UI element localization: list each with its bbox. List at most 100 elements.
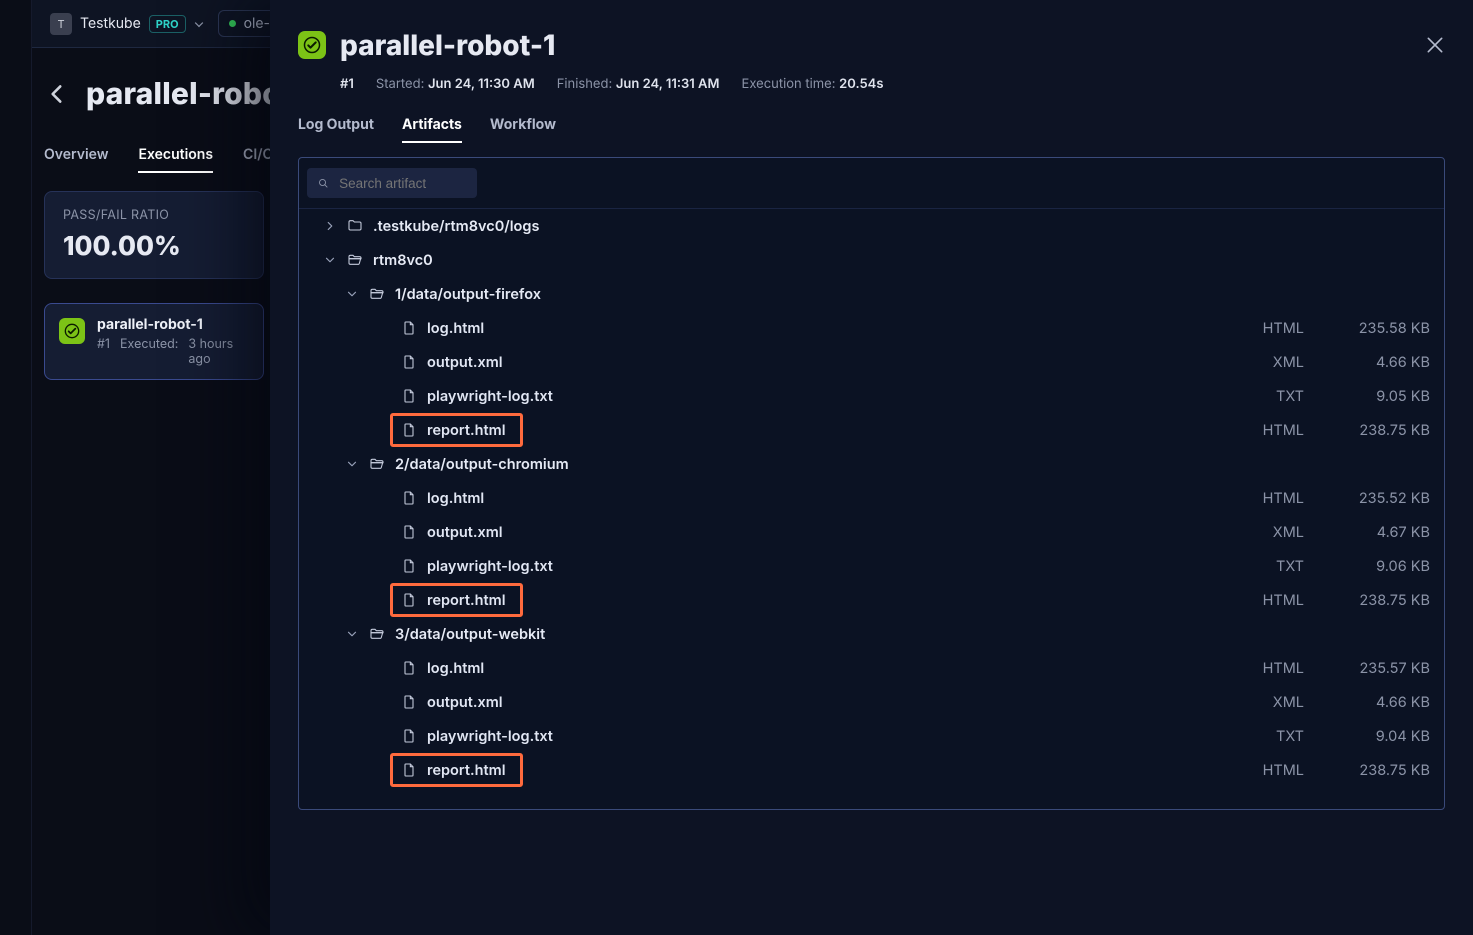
file-size: 238.75 KB [1340, 422, 1430, 439]
tree-folder[interactable]: 2/data/output-chromium [299, 447, 1444, 481]
file-type: HTML [1224, 762, 1304, 779]
file-icon [401, 422, 417, 438]
tab-workflow[interactable]: Workflow [490, 116, 556, 133]
node-name: report.html [427, 762, 506, 779]
file-size: 4.66 KB [1340, 354, 1430, 371]
tree-folder[interactable]: rtm8vc0 [299, 243, 1444, 277]
file-type: TXT [1224, 728, 1304, 745]
node-name: 3/data/output-webkit [395, 626, 545, 643]
finished-value: Jun 24, 11:31 AM [616, 76, 720, 92]
file-type: XML [1224, 694, 1304, 711]
node-name: playwright-log.txt [427, 558, 553, 575]
tree-file[interactable]: log.htmlHTML235.57 KB [299, 651, 1444, 685]
pro-badge: PRO [149, 15, 186, 33]
org-crumb[interactable]: T Testkube PRO [50, 13, 204, 35]
chevron-down-icon [323, 253, 337, 267]
search-input[interactable] [337, 175, 467, 192]
tree-folder[interactable]: 3/data/output-webkit [299, 617, 1444, 651]
tree-folder[interactable]: .testkube/rtm8vc0/logs [299, 209, 1444, 243]
finished-label: Finished: [557, 76, 613, 92]
status-dot-icon [229, 20, 236, 27]
file-icon [401, 490, 417, 506]
file-icon [401, 694, 417, 710]
file-icon [401, 762, 417, 778]
node-name: output.xml [427, 694, 503, 711]
file-type: HTML [1224, 592, 1304, 609]
node-name: report.html [427, 422, 506, 439]
started-label: Started: [376, 76, 424, 92]
file-size: 238.75 KB [1340, 762, 1430, 779]
tree-file[interactable]: output.xml XML 4.67 KB [299, 515, 1444, 549]
file-type: XML [1224, 354, 1304, 371]
chevron-down-icon [345, 287, 359, 301]
file-icon [401, 354, 417, 370]
tree-folder[interactable]: 1/data/output-firefox [299, 277, 1444, 311]
tree-file[interactable]: output.xml XML 4.66 KB [299, 685, 1444, 719]
tree-file[interactable]: output.xmlXML4.66 KB [299, 345, 1444, 379]
artifacts-panel: .testkube/rtm8vc0/logs rtm8vc0 1/data/outp… [298, 157, 1445, 810]
node-name: report.html [427, 592, 506, 609]
tree-file[interactable]: report.html HTML 238.75 KB [299, 753, 1444, 787]
file-size: 4.67 KB [1340, 524, 1430, 541]
close-button[interactable] [1425, 35, 1445, 55]
chevron-down-icon [345, 457, 359, 471]
execution-name: parallel-robot-1 [97, 316, 249, 333]
tree-file[interactable]: playwright-log.txt TXT 9.05 KB [299, 379, 1444, 413]
node-name: .testkube/rtm8vc0/logs [373, 218, 539, 235]
node-name: log.html [427, 660, 484, 677]
tab-log-output[interactable]: Log Output [298, 116, 374, 133]
tab-overview[interactable]: Overview [44, 146, 108, 163]
file-size: 9.05 KB [1340, 388, 1430, 405]
started-value: Jun 24, 11:30 AM [428, 76, 535, 92]
folder-open-icon [369, 456, 385, 472]
artifact-tree: .testkube/rtm8vc0/logs rtm8vc0 1/data/outp… [299, 208, 1444, 809]
tree-file[interactable]: playwright-log.txtTXT9.06 KB [299, 549, 1444, 583]
tree-file[interactable]: report.htmlHTML238.75 KB [299, 413, 1444, 447]
tree-file[interactable]: playwright-log.txt TXT 9.04 KB [299, 719, 1444, 753]
status-success-icon [298, 31, 326, 59]
node-name: log.html [427, 490, 484, 507]
drawer-tabs: Log Output Artifacts Workflow [298, 116, 1445, 133]
execution-meta: #1 Started: Jun 24, 11:30 AM Finished: J… [340, 76, 1445, 92]
tab-artifacts[interactable]: Artifacts [402, 116, 462, 133]
file-size: 4.66 KB [1340, 694, 1430, 711]
file-size: 9.04 KB [1340, 728, 1430, 745]
execution-run-num: #1 [97, 337, 110, 367]
side-rail [0, 0, 32, 935]
file-type: TXT [1224, 388, 1304, 405]
duration-value: 20.54s [839, 76, 883, 92]
artifact-search[interactable] [307, 168, 477, 198]
tree-file[interactable]: report.html HTML 238.75 KB [299, 583, 1444, 617]
node-name: playwright-log.txt [427, 728, 553, 745]
org-name: Testkube [80, 15, 141, 32]
tree-file[interactable]: log.htmlHTML235.58 KB [299, 311, 1444, 345]
folder-icon [347, 218, 363, 234]
folder-open-icon [369, 286, 385, 302]
node-name: rtm8vc0 [373, 252, 433, 269]
file-size: 238.75 KB [1340, 592, 1430, 609]
node-name: playwright-log.txt [427, 388, 553, 405]
execution-card[interactable]: parallel-robot-1 #1 Executed: 3 hours ag… [44, 303, 264, 380]
duration-label: Execution time: [742, 76, 836, 92]
page-title: parallel-robot [86, 76, 293, 112]
executed-label: Executed: [120, 337, 178, 367]
file-icon [401, 558, 417, 574]
file-type: XML [1224, 524, 1304, 541]
file-size: 235.57 KB [1340, 660, 1430, 677]
node-name: output.xml [427, 524, 503, 541]
tab-executions[interactable]: Executions [138, 146, 213, 163]
back-button[interactable] [44, 81, 70, 107]
file-icon [401, 320, 417, 336]
file-icon [401, 388, 417, 404]
file-icon [401, 524, 417, 540]
chevron-down-icon [194, 18, 202, 26]
org-avatar-icon: T [50, 13, 72, 35]
file-icon [401, 592, 417, 608]
tree-file[interactable]: log.htmlHTML235.52 KB [299, 481, 1444, 515]
folder-open-icon [369, 626, 385, 642]
node-name: log.html [427, 320, 484, 337]
file-type: HTML [1224, 320, 1304, 337]
chevron-right-icon [323, 219, 337, 233]
node-name: 1/data/output-firefox [395, 286, 541, 303]
pass-fail-label: PASS/FAIL RATIO [63, 208, 245, 223]
